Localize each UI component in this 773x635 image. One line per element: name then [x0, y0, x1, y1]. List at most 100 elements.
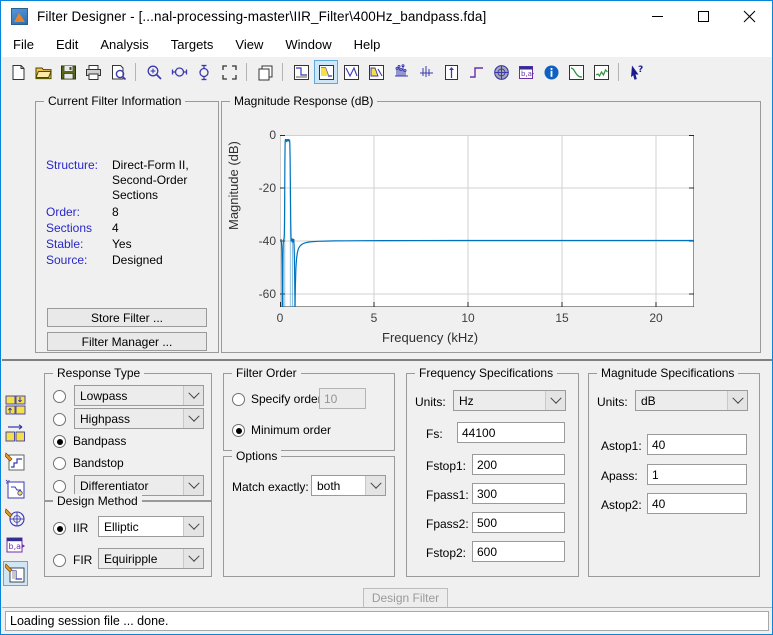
open-file-icon[interactable] [31, 60, 55, 84]
highpass-select[interactable]: Highpass [74, 408, 204, 429]
print-preview-icon[interactable] [106, 60, 130, 84]
fs-label: Fs: [426, 427, 443, 441]
fpass1-input[interactable]: 300 [472, 483, 565, 504]
round-off-noise-icon[interactable] [589, 60, 613, 84]
pole-zero-editor-icon[interactable] [3, 505, 28, 530]
differentiator-select[interactable]: Differentiator [74, 475, 204, 496]
magnitude-units-select[interactable]: dB [635, 390, 748, 411]
fir-method-select[interactable]: Equiripple [98, 548, 204, 569]
full-view-icon[interactable] [217, 60, 241, 84]
radio-bandstop[interactable] [53, 457, 66, 470]
save-file-icon[interactable] [56, 60, 80, 84]
fstop2-input[interactable]: 600 [472, 541, 565, 562]
toolbar-separator-2 [246, 63, 249, 81]
chart-plot-area[interactable] [280, 135, 694, 307]
print-icon[interactable] [81, 60, 105, 84]
filter-manager-button[interactable]: Filter Manager ... [47, 332, 207, 351]
menu-targets[interactable]: Targets [160, 34, 225, 55]
fstop2-label: Fstop2: [426, 546, 467, 560]
astop2-label: Astop2: [601, 498, 642, 512]
menu-edit[interactable]: Edit [45, 34, 89, 55]
stable-label: Stable: [46, 237, 84, 251]
phase-delay-icon[interactable] [414, 60, 438, 84]
svg-text:b,a: b,a [9, 542, 22, 551]
menu-file[interactable]: File [2, 34, 45, 55]
chart-ytick-1: -20 [258, 181, 276, 195]
maximize-button[interactable] [680, 1, 726, 32]
matlab-icon [11, 8, 28, 25]
zoom-y-icon[interactable] [192, 60, 216, 84]
design-filter-icon[interactable] [3, 561, 28, 586]
pole-zero-plot-icon[interactable] [489, 60, 513, 84]
zoom-x-icon[interactable] [167, 60, 191, 84]
filter-coefficients-icon[interactable]: b,a [514, 60, 538, 84]
chart-xtick-0: 0 [276, 311, 284, 325]
sections-value: 4 [112, 221, 119, 235]
close-button[interactable] [726, 1, 772, 32]
menu-analysis[interactable]: Analysis [89, 34, 159, 55]
magnitude-estimate-icon[interactable] [564, 60, 588, 84]
fstop1-input[interactable]: 200 [472, 454, 565, 475]
chevron-down-icon [727, 391, 747, 410]
radio-fir[interactable] [53, 554, 66, 567]
impulse-response-icon[interactable] [439, 60, 463, 84]
magnitude-response-panel: Magnitude Response (dB) Magnitude (dB) 0… [221, 94, 761, 353]
magnitude-response-icon[interactable] [314, 60, 338, 84]
minimum-order-label: Minimum order [251, 423, 332, 437]
radio-iir[interactable] [53, 522, 66, 535]
main-toolbar: b,a ? [2, 57, 772, 87]
menu-window[interactable]: Window [274, 34, 342, 55]
bandpass-label: Bandpass [73, 434, 127, 448]
store-filter-button[interactable]: Store Filter ... [47, 308, 207, 327]
astop2-input[interactable]: 40 [647, 493, 747, 514]
apass-input[interactable]: 1 [647, 464, 747, 485]
radio-specify-order[interactable] [232, 393, 245, 406]
filter-specifications-icon[interactable] [289, 60, 313, 84]
specify-order-input[interactable]: 10 [319, 388, 366, 409]
lowpass-select[interactable]: Lowpass [74, 385, 204, 406]
step-response-icon[interactable] [464, 60, 488, 84]
radio-bandpass[interactable] [53, 435, 66, 448]
frequency-units-select[interactable]: Hz [453, 390, 566, 411]
current-filter-information-legend: Current Filter Information [44, 94, 186, 108]
phase-response-icon[interactable] [339, 60, 363, 84]
iir-label: IIR [73, 521, 89, 535]
convert-structure-icon[interactable]: b,a [3, 533, 28, 558]
radio-minimum-order[interactable] [232, 424, 245, 437]
fs-input[interactable]: 44100 [457, 422, 565, 443]
lowpass-select-value: Lowpass [80, 388, 128, 403]
side-toolbar: b,a [3, 393, 30, 589]
panel-divider [2, 359, 772, 361]
filter-order-panel: Filter Order Specify order: 10 Minimum o… [223, 366, 395, 451]
transform-filter-icon[interactable] [3, 421, 28, 446]
menu-view[interactable]: View [224, 34, 274, 55]
minimize-icon [651, 16, 663, 17]
context-help-icon[interactable]: ? [625, 60, 649, 84]
fpass2-input[interactable]: 500 [472, 512, 565, 533]
svg-text:b,a: b,a [521, 70, 532, 78]
astop1-input[interactable]: 40 [647, 434, 747, 455]
chart-xtick-4: 20 [649, 311, 663, 325]
radio-differentiator[interactable] [53, 480, 66, 493]
fir-method-value: Equiripple [104, 551, 158, 566]
magnitude-phase-icon[interactable] [364, 60, 388, 84]
radio-highpass[interactable] [53, 413, 66, 426]
filter-information-icon[interactable] [539, 60, 563, 84]
menu-help[interactable]: Help [343, 34, 392, 55]
group-delay-icon[interactable] [389, 60, 413, 84]
minimize-button[interactable] [634, 1, 680, 32]
radio-lowpass[interactable] [53, 390, 66, 403]
import-export-filter-icon[interactable] [3, 393, 28, 418]
realize-model-icon[interactable] [3, 477, 28, 502]
design-filter-button[interactable]: Design Filter [363, 588, 448, 608]
chevron-down-icon [183, 409, 203, 428]
set-quantization-icon[interactable] [3, 449, 28, 474]
frequency-specifications-panel: Frequency Specifications Units: Hz Fs: 4… [406, 366, 579, 577]
zoom-in-icon[interactable] [142, 60, 166, 84]
new-file-icon[interactable] [6, 60, 30, 84]
copy-figure-icon[interactable] [253, 60, 277, 84]
structure-label: Structure: [46, 158, 99, 172]
iir-method-select[interactable]: Elliptic [98, 516, 204, 537]
chart-ytick-3: -60 [258, 287, 276, 301]
match-exactly-select[interactable]: both [311, 475, 386, 496]
